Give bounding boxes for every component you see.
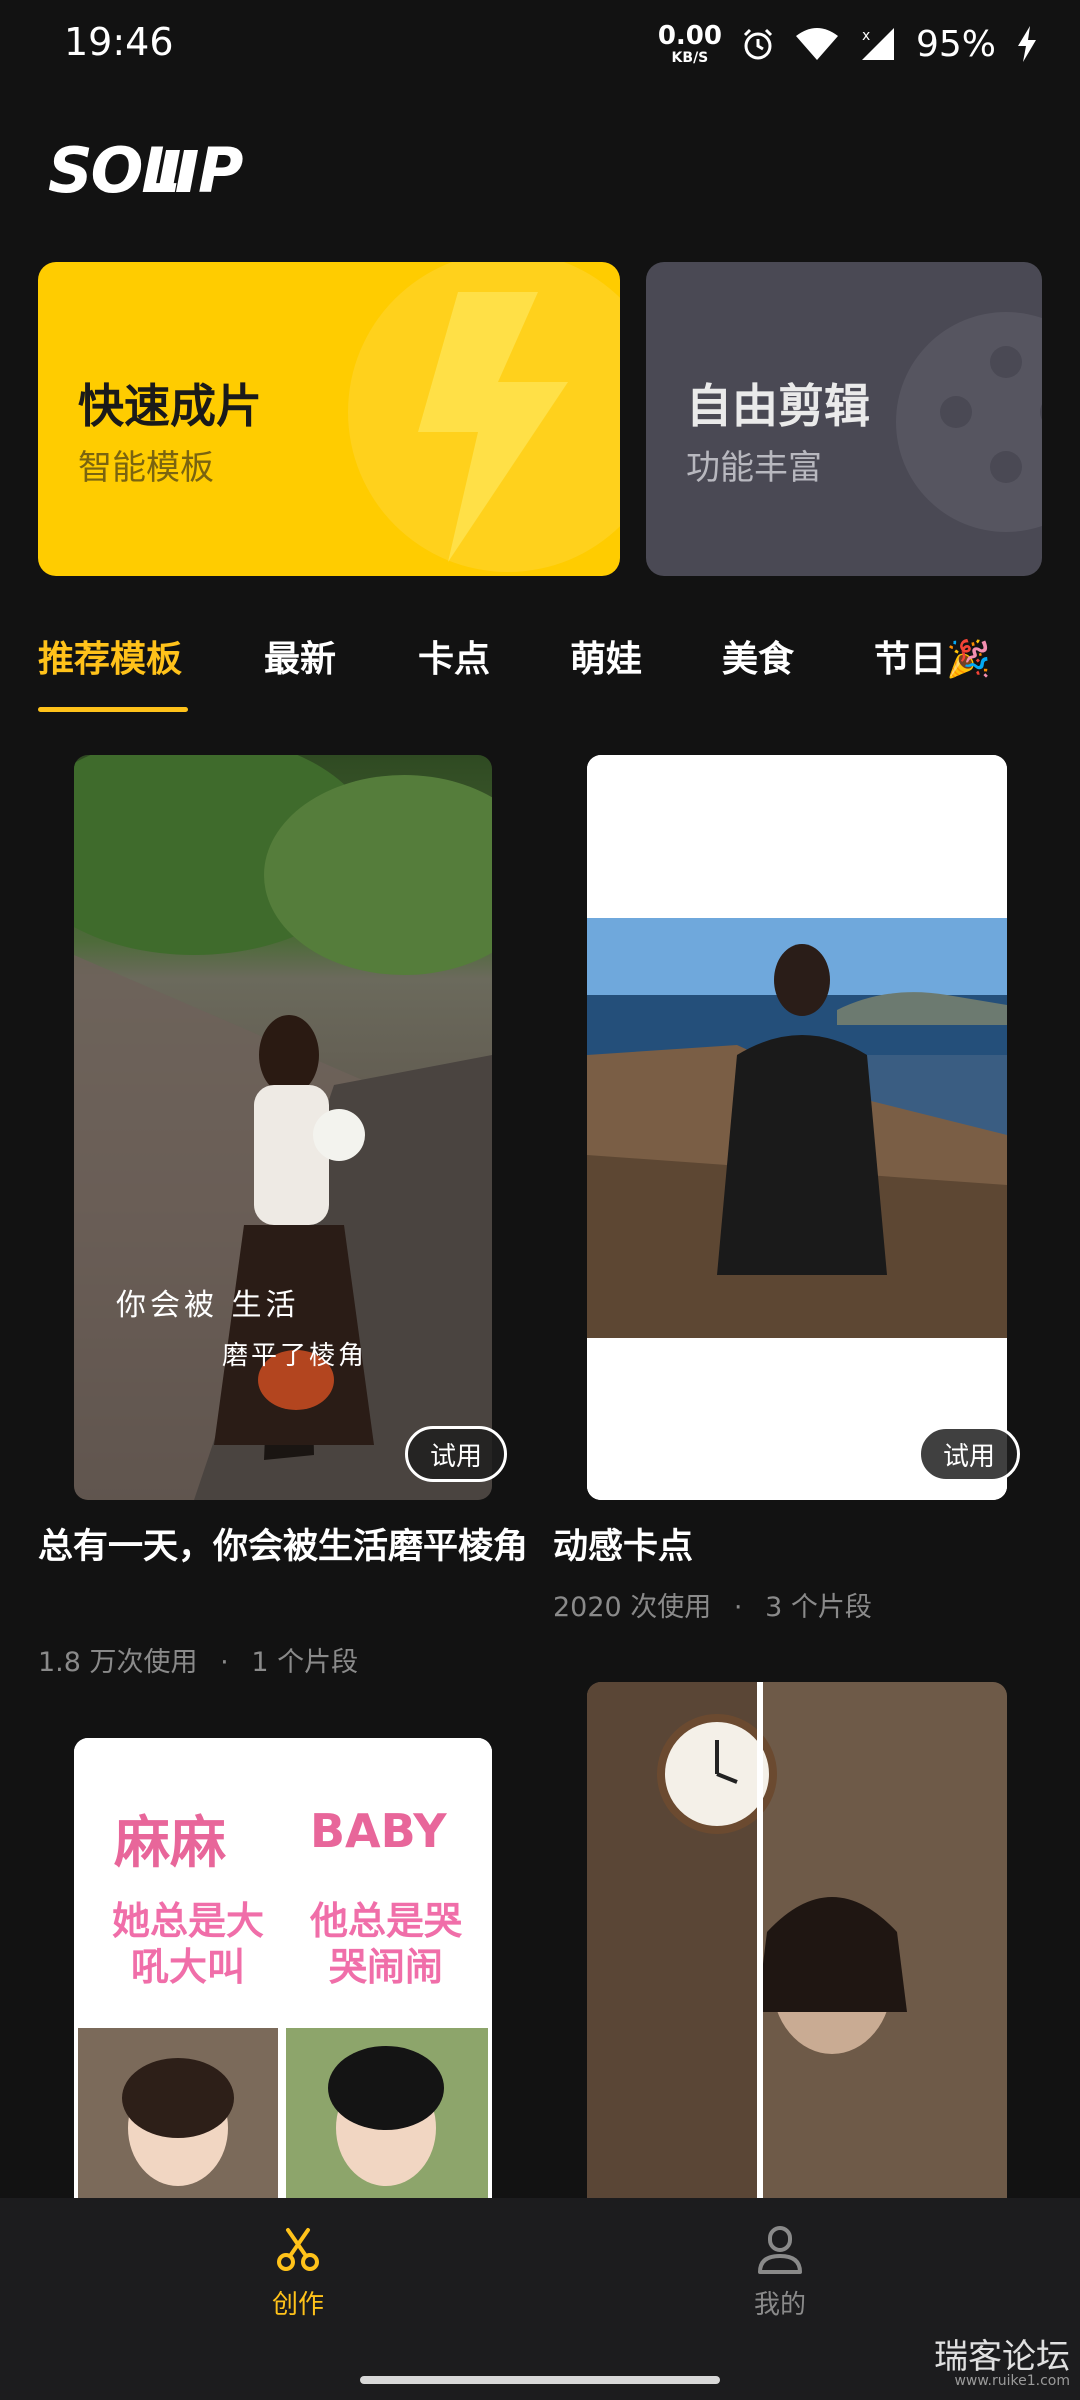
free-edit-subtitle: 功能丰富 — [686, 448, 822, 488]
app-logo: SOL P — [48, 130, 268, 210]
tab-holiday[interactable]: 节日🎉 — [874, 630, 991, 682]
charging-icon — [1018, 26, 1036, 62]
tab-recommended[interactable]: 推荐模板 — [38, 630, 182, 682]
tab-food[interactable]: 美食 — [722, 630, 794, 682]
wifi-icon — [795, 28, 838, 60]
tab-babies[interactable]: 萌娃 — [570, 630, 642, 682]
user-icon — [758, 2226, 802, 2274]
free-edit-card[interactable]: 自由剪辑 功能丰富 — [646, 262, 1042, 576]
nav-label-profile: 我的 — [753, 2290, 806, 2320]
cellular-signal-icon: x — [861, 28, 894, 60]
tab-beat[interactable]: 卡点 — [418, 630, 490, 682]
overlay-text-baby: BABY — [310, 1804, 447, 1858]
svg-text:SOL: SOL — [48, 134, 179, 207]
watermark: 瑞客论坛 www.ruike1.com — [934, 2340, 1070, 2388]
template-meta: 2020 次使用 · 3 个片段 — [553, 1585, 872, 1624]
scissors-icon — [277, 2228, 319, 2271]
template-preview-image — [587, 755, 1007, 1500]
svg-text:P: P — [198, 134, 243, 207]
template-meta: 1.8 万次使用 · 1 个片段 — [38, 1640, 358, 1679]
template-thumbnail[interactable] — [587, 755, 1007, 1500]
tab-latest[interactable]: 最新 — [264, 630, 336, 682]
overlay-text-baby-caption: 他总是哭哭闹闹 — [309, 1899, 462, 1989]
home-indicator[interactable] — [360, 2376, 720, 2384]
network-speed: 0.00 KB/S — [658, 23, 722, 65]
overlay-text-mama: 麻麻 — [114, 1811, 226, 1876]
template-clips: 1 个片段 — [251, 1647, 359, 1678]
status-time: 19:46 — [64, 20, 174, 64]
battery-percent: 95% — [915, 23, 996, 65]
template-overlay-text-1: 你会被 生活 — [116, 1288, 300, 1323]
template-thumbnail[interactable]: 你会被 生活 磨平了棱角 — [74, 755, 492, 1500]
film-reel-icon — [896, 312, 1042, 532]
lightning-icon — [348, 262, 620, 572]
overlay-text-mama-caption: 她总是大吼大叫 — [111, 1899, 264, 1989]
active-tab-indicator — [38, 707, 188, 712]
app-screen: 19:46 0.00 KB/S x 95% SOL P 快速成片 智能模板 自由… — [0, 0, 1080, 2400]
watermark-text: 瑞客论坛 — [934, 2337, 1070, 2377]
nav-item-profile[interactable]: 我的 — [680, 2226, 880, 2321]
svg-text:x: x — [862, 28, 870, 44]
meta-separator: · — [220, 1647, 229, 1678]
nav-label-create: 创作 — [271, 2290, 324, 2320]
status-bar: 19:46 0.00 KB/S x 95% — [0, 0, 1080, 90]
template-clips: 3 个片段 — [765, 1592, 872, 1623]
trial-badge[interactable]: 试用 — [405, 1426, 507, 1482]
bottom-navigation: 创作 我的 — [0, 2198, 1080, 2400]
nav-item-create[interactable]: 创作 — [198, 2226, 398, 2321]
template-overlay-text-2: 磨平了棱角 — [222, 1341, 368, 1371]
network-speed-unit: KB/S — [671, 50, 709, 66]
template-title[interactable]: 动感卡点 — [553, 1518, 1033, 1576]
alarm-icon — [743, 28, 773, 60]
quick-create-card[interactable]: 快速成片 智能模板 — [38, 262, 620, 576]
meta-separator: · — [733, 1592, 743, 1623]
template-title[interactable]: 总有一天，你会被生活磨平棱角 — [38, 1518, 528, 1576]
template-preview-image — [74, 755, 492, 1500]
quick-create-subtitle: 智能模板 — [78, 448, 214, 488]
trial-badge[interactable]: 试用 — [918, 1426, 1020, 1482]
watermark-url: www.ruike1.com — [954, 2373, 1070, 2389]
template-usage: 1.8 万次使用 — [38, 1647, 198, 1678]
template-usage: 2020 次使用 — [553, 1592, 712, 1623]
network-speed-value: 0.00 — [657, 21, 722, 51]
quick-create-title: 快速成片 — [78, 379, 262, 433]
status-icons: 0.00 KB/S x 95% — [658, 16, 1040, 72]
free-edit-title: 自由剪辑 — [686, 379, 870, 433]
